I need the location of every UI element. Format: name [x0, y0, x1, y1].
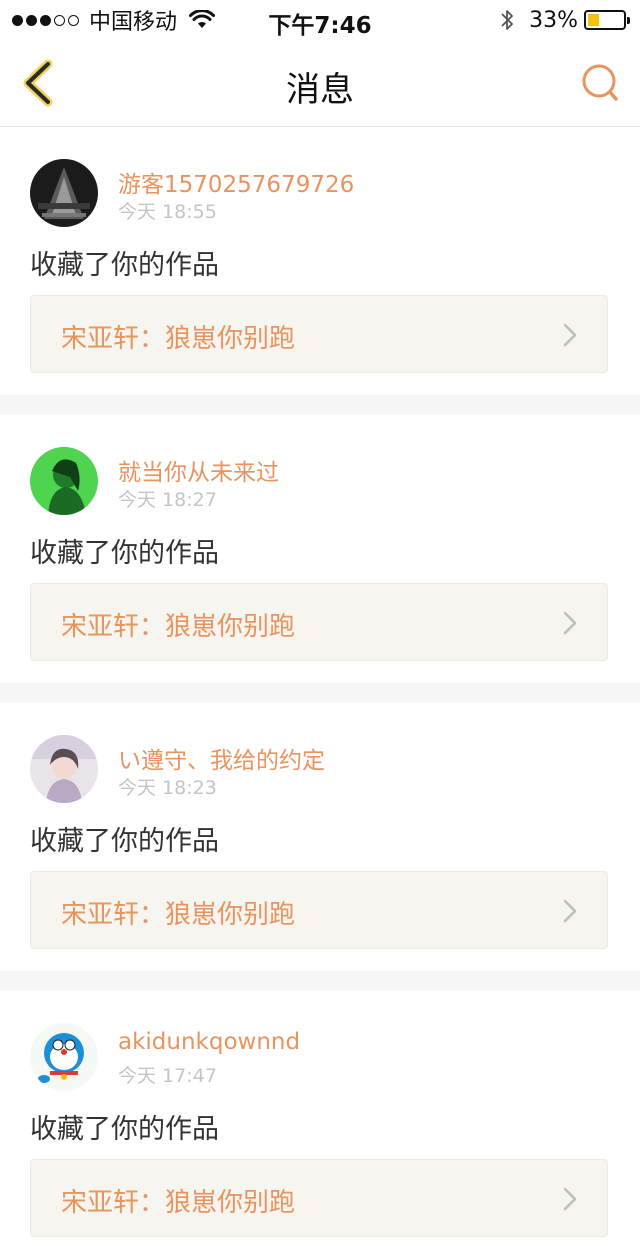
username[interactable]: 游客1570257679726	[118, 165, 354, 199]
battery-nub	[627, 17, 630, 24]
message-item: akidunkqownnd 今天 17:47 收藏了你的作品 宋亚轩：狼崽你别跑	[0, 991, 640, 1259]
search-icon	[582, 64, 618, 101]
chevron-right-icon	[563, 1187, 577, 1211]
work-link[interactable]: 宋亚轩：狼崽你别跑	[30, 871, 608, 949]
message-item: い遵守、我给的约定 今天 18:23 收藏了你的作品 宋亚轩：狼崽你别跑	[0, 703, 640, 971]
page-title: 消息	[286, 70, 354, 110]
search-button[interactable]	[580, 62, 620, 104]
work-title: 宋亚轩：狼崽你别跑	[61, 612, 296, 642]
separator	[0, 971, 640, 991]
avatar[interactable]	[30, 447, 98, 515]
chevron-right-icon	[563, 611, 577, 635]
work-title: 宋亚轩：狼崽你别跑	[61, 1188, 296, 1218]
battery-icon	[584, 10, 630, 30]
nav-bar: 消息	[0, 40, 640, 127]
action-text: 收藏了你的作品	[30, 250, 219, 281]
chevron-right-icon	[563, 323, 577, 347]
timestamp: 今天 18:23	[118, 777, 217, 799]
battery-level	[588, 14, 599, 26]
work-title: 宋亚轩：狼崽你别跑	[61, 324, 296, 354]
chevron-right-icon	[563, 899, 577, 923]
separator	[0, 683, 640, 703]
action-text: 收藏了你的作品	[30, 538, 219, 569]
work-link[interactable]: 宋亚轩：狼崽你别跑	[30, 583, 608, 661]
battery-percent: 33%	[529, 7, 578, 33]
timestamp: 今天 18:27	[118, 489, 217, 511]
avatar[interactable]	[30, 1023, 98, 1091]
username[interactable]: akidunkqownnd	[118, 1029, 300, 1055]
username[interactable]: い遵守、我给的约定	[118, 741, 325, 775]
username[interactable]: 就当你从未来过	[118, 453, 279, 487]
avatar[interactable]	[30, 159, 98, 227]
separator	[0, 395, 640, 415]
work-link[interactable]: 宋亚轩：狼崽你别跑	[30, 1159, 608, 1237]
message-list: 游客1570257679726 今天 18:55 收藏了你的作品 宋亚轩：狼崽你…	[0, 127, 640, 1259]
timestamp: 今天 17:47	[118, 1065, 217, 1087]
avatar[interactable]	[30, 735, 98, 803]
status-bar: 中国移动 下午7:46 33%	[0, 0, 640, 40]
bluetooth-icon	[501, 10, 513, 30]
message-item: 就当你从未来过 今天 18:27 收藏了你的作品 宋亚轩：狼崽你别跑	[0, 415, 640, 683]
message-item: 游客1570257679726 今天 18:55 收藏了你的作品 宋亚轩：狼崽你…	[0, 127, 640, 395]
action-text: 收藏了你的作品	[30, 1114, 219, 1145]
work-title: 宋亚轩：狼崽你别跑	[61, 900, 296, 930]
work-link[interactable]: 宋亚轩：狼崽你别跑	[30, 295, 608, 373]
action-text: 收藏了你的作品	[30, 826, 219, 857]
status-right: 33%	[499, 7, 630, 33]
timestamp: 今天 18:55	[118, 201, 217, 223]
